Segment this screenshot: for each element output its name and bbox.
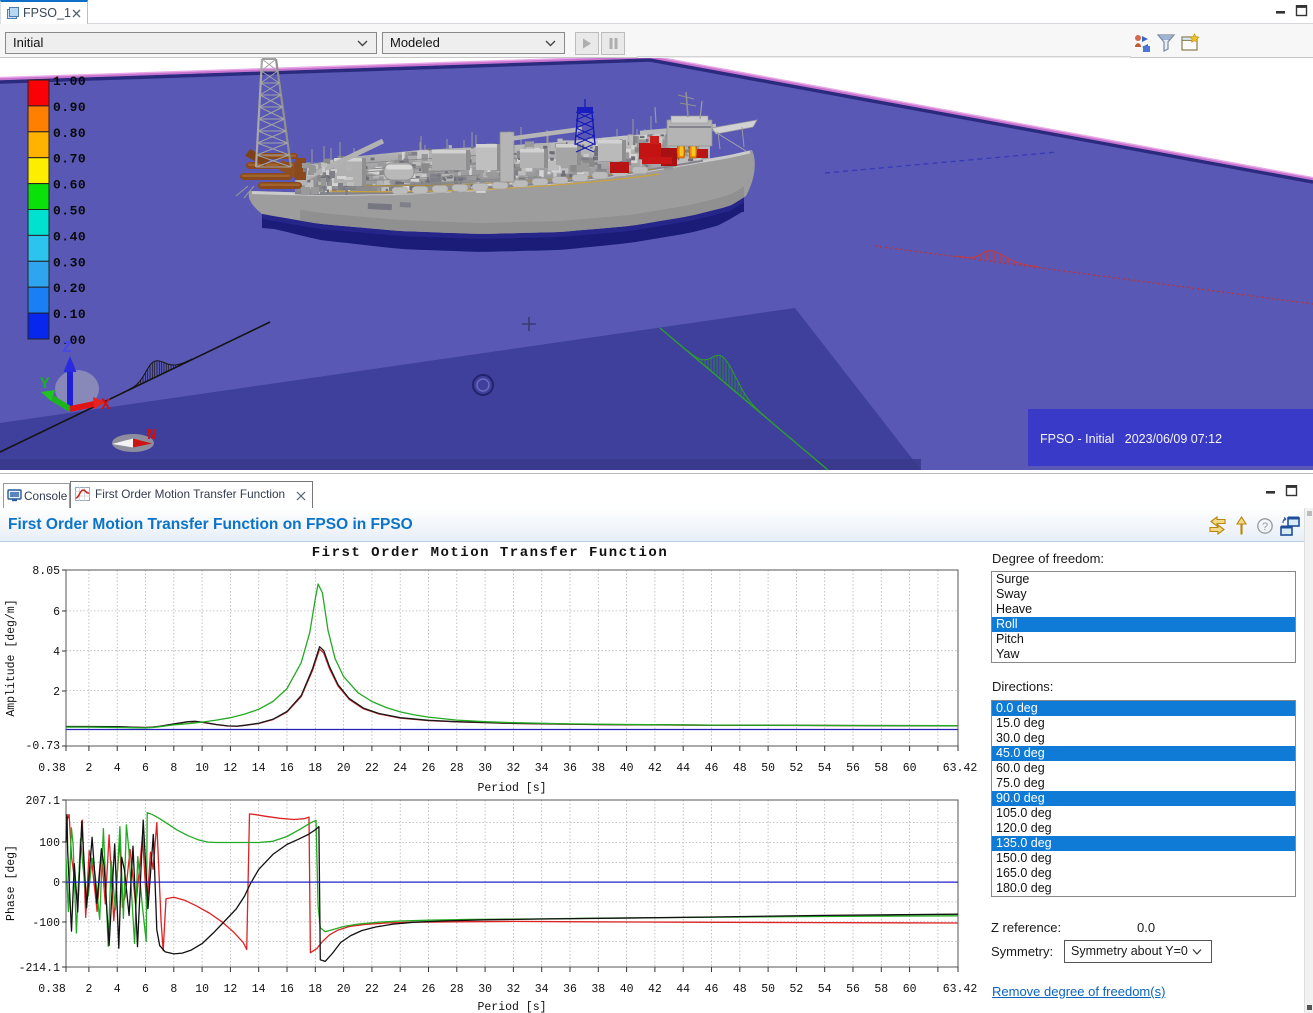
svg-text:0.20: 0.20 <box>53 281 86 296</box>
svg-text:54: 54 <box>818 983 832 996</box>
svg-text:Period [s]: Period [s] <box>477 782 546 795</box>
svg-text:?: ? <box>1262 521 1268 533</box>
svg-text:46: 46 <box>705 983 719 996</box>
svg-text:50: 50 <box>761 762 775 775</box>
svg-text:46: 46 <box>705 762 719 775</box>
svg-text:Phase [deg]: Phase [deg] <box>5 845 18 921</box>
svg-text:22: 22 <box>365 983 379 996</box>
svg-text:63.42: 63.42 <box>943 762 978 775</box>
svg-text:18: 18 <box>308 762 322 775</box>
svg-text:12: 12 <box>223 762 237 775</box>
svg-text:34: 34 <box>535 983 549 996</box>
svg-text:Amplitude [deg/m]: Amplitude [deg/m] <box>5 599 18 716</box>
svg-text:6: 6 <box>53 606 60 619</box>
svg-text:26: 26 <box>422 762 436 775</box>
svg-text:63.42: 63.42 <box>943 983 978 996</box>
svg-text:24: 24 <box>393 762 407 775</box>
svg-text:54: 54 <box>818 762 832 775</box>
svg-text:0.30: 0.30 <box>53 255 86 270</box>
svg-text:44: 44 <box>676 983 690 996</box>
svg-text:6: 6 <box>142 983 149 996</box>
svg-text:Z: Z <box>62 339 72 357</box>
svg-text:14: 14 <box>252 762 266 775</box>
svg-text:0.38: 0.38 <box>38 983 66 996</box>
svg-text:0.38: 0.38 <box>38 762 66 775</box>
svg-text:0.60: 0.60 <box>53 178 86 193</box>
svg-text:N: N <box>147 427 156 444</box>
svg-text:44: 44 <box>676 762 690 775</box>
svg-text:22: 22 <box>365 762 379 775</box>
svg-text:1.00: 1.00 <box>53 74 86 89</box>
svg-text:50: 50 <box>761 983 775 996</box>
svg-text:34: 34 <box>535 762 549 775</box>
svg-text:4: 4 <box>53 646 60 659</box>
svg-text:48: 48 <box>733 983 747 996</box>
svg-text:0.10: 0.10 <box>53 307 86 322</box>
svg-text:16: 16 <box>280 762 294 775</box>
svg-text:14: 14 <box>252 983 266 996</box>
svg-text:0.40: 0.40 <box>53 229 86 244</box>
svg-text:48: 48 <box>733 762 747 775</box>
svg-text:40: 40 <box>620 983 634 996</box>
svg-text:2: 2 <box>85 762 92 775</box>
svg-text:20: 20 <box>337 762 351 775</box>
svg-text:24: 24 <box>393 983 407 996</box>
svg-text:36: 36 <box>563 983 577 996</box>
svg-text:4: 4 <box>114 762 121 775</box>
svg-text:36: 36 <box>563 762 577 775</box>
svg-text:-100: -100 <box>32 917 60 930</box>
svg-text:6: 6 <box>142 762 149 775</box>
svg-text:Period [s]: Period [s] <box>477 1001 546 1013</box>
svg-text:207.1: 207.1 <box>25 795 60 808</box>
svg-text:10: 10 <box>195 762 209 775</box>
svg-text:18: 18 <box>308 983 322 996</box>
svg-text:2: 2 <box>85 983 92 996</box>
svg-text:52: 52 <box>789 762 803 775</box>
svg-text:56: 56 <box>846 983 860 996</box>
svg-text:-214.1: -214.1 <box>19 962 61 975</box>
svg-text:38: 38 <box>591 762 605 775</box>
svg-text:42: 42 <box>648 762 662 775</box>
svg-text:0.70: 0.70 <box>53 152 86 167</box>
svg-text:0.80: 0.80 <box>53 126 86 141</box>
svg-text:26: 26 <box>422 983 436 996</box>
svg-text:38: 38 <box>591 983 605 996</box>
svg-text:12: 12 <box>223 983 237 996</box>
svg-text:60: 60 <box>903 983 917 996</box>
svg-text:0.50: 0.50 <box>53 204 86 219</box>
svg-text:8: 8 <box>170 983 177 996</box>
svg-text:20: 20 <box>337 983 351 996</box>
svg-text:28: 28 <box>450 762 464 775</box>
svg-text:X: X <box>101 396 111 414</box>
svg-text:8.05: 8.05 <box>32 565 60 578</box>
svg-text:32: 32 <box>506 983 520 996</box>
svg-text:-0.73: -0.73 <box>25 740 60 753</box>
svg-text:58: 58 <box>874 762 888 775</box>
svg-text:56: 56 <box>846 762 860 775</box>
svg-text:42: 42 <box>648 983 662 996</box>
svg-text:28: 28 <box>450 983 464 996</box>
svg-text:2: 2 <box>53 686 60 699</box>
svg-text:16: 16 <box>280 983 294 996</box>
svg-text:40: 40 <box>620 762 634 775</box>
svg-text:58: 58 <box>874 983 888 996</box>
svg-text:4: 4 <box>114 983 121 996</box>
svg-text:30: 30 <box>478 983 492 996</box>
svg-text:52: 52 <box>789 983 803 996</box>
svg-text:First Order Motion Transfer Fu: First Order Motion Transfer Function <box>312 545 668 561</box>
svg-text:32: 32 <box>506 762 520 775</box>
svg-text:FPSO - Initial 2023/06/09 07: FPSO - Initial 2023/06/09 07:12 <box>1040 432 1222 446</box>
svg-text:Y: Y <box>40 375 50 393</box>
svg-text:30: 30 <box>478 762 492 775</box>
svg-text:100: 100 <box>39 837 60 850</box>
svg-text:60: 60 <box>903 762 917 775</box>
svg-text:10: 10 <box>195 983 209 996</box>
svg-text:0.90: 0.90 <box>53 100 86 115</box>
svg-text:8: 8 <box>170 762 177 775</box>
svg-text:0: 0 <box>53 877 60 890</box>
